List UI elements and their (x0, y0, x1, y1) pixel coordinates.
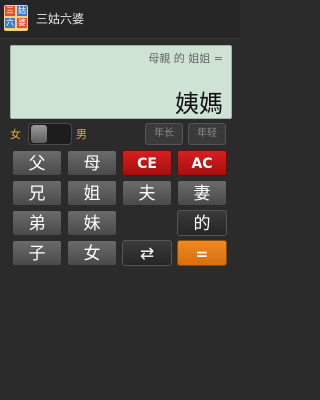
husband-key[interactable]: 夫 (122, 180, 172, 206)
all-clear-key[interactable]: AC (177, 150, 227, 176)
clear-entry-key[interactable]: CE (122, 150, 172, 176)
male-label: 男 (76, 128, 87, 141)
of-key[interactable]: 的 (177, 210, 227, 236)
icon-cell: 姑 (17, 6, 27, 16)
older-button[interactable]: 年长 (145, 123, 183, 145)
expression-text: 母親 的 姐姐 = (148, 52, 223, 65)
son-key[interactable]: 子 (12, 240, 62, 266)
swap-icon[interactable]: ⇄ (122, 240, 172, 266)
elder-sister-key[interactable]: 姐 (67, 180, 117, 206)
younger-brother-key[interactable]: 弟 (12, 210, 62, 236)
icon-cell: 六 (5, 18, 15, 28)
elder-brother-key[interactable]: 兄 (12, 180, 62, 206)
toggle-knob[interactable] (31, 125, 47, 143)
result-text: 姨媽 (175, 90, 223, 118)
title-bar: 三 姑 六 婆 三姑六婆 (0, 0, 240, 39)
icon-cell: 三 (5, 6, 15, 16)
female-label: 女 (10, 128, 21, 141)
mother-key[interactable]: 母 (67, 150, 117, 176)
gender-toggle[interactable] (28, 123, 72, 145)
daughter-key[interactable]: 女 (67, 240, 117, 266)
wife-key[interactable]: 妻 (177, 180, 227, 206)
father-key[interactable]: 父 (12, 150, 62, 176)
equals-key[interactable]: = (177, 240, 227, 266)
younger-sister-key[interactable]: 妹 (67, 210, 117, 236)
app-logo-icon: 三 姑 六 婆 (4, 5, 28, 31)
app-title: 三姑六婆 (36, 12, 85, 26)
icon-cell: 婆 (17, 18, 27, 28)
gender-age-row: 女 男 年长 年轻 (0, 123, 240, 145)
younger-button[interactable]: 年轻 (188, 123, 226, 145)
result-display: 母親 的 姐姐 = 姨媽 (10, 45, 232, 119)
